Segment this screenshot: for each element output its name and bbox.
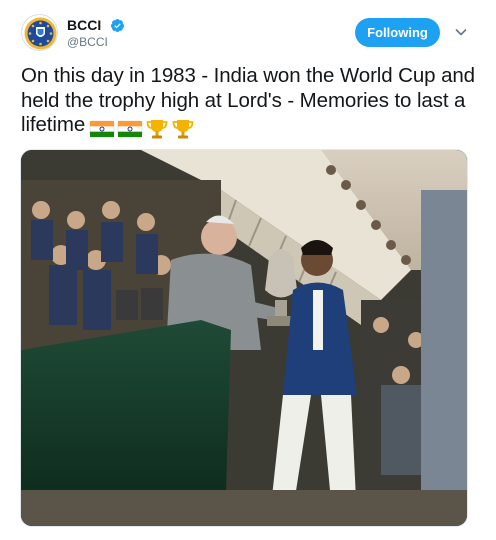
avatar[interactable]	[21, 14, 58, 51]
tweet-photo[interactable]	[20, 149, 468, 527]
chevron-down-icon[interactable]	[455, 26, 467, 38]
account-handle[interactable]: @BCCI	[67, 35, 108, 49]
bcci-logo-icon	[24, 17, 57, 50]
following-button[interactable]: Following	[355, 18, 440, 47]
emoji-row	[89, 116, 197, 141]
trophy-presentation-photo	[21, 150, 467, 526]
verified-badge-icon	[110, 18, 124, 32]
trophy-icon	[146, 119, 168, 139]
india-flag-icon	[89, 120, 115, 137]
india-flag-icon	[117, 120, 143, 137]
display-name[interactable]: BCCI	[67, 15, 101, 35]
trophy-icon	[172, 119, 194, 139]
tweet-text: On this day in 1983 - India won the Worl…	[21, 64, 481, 141]
